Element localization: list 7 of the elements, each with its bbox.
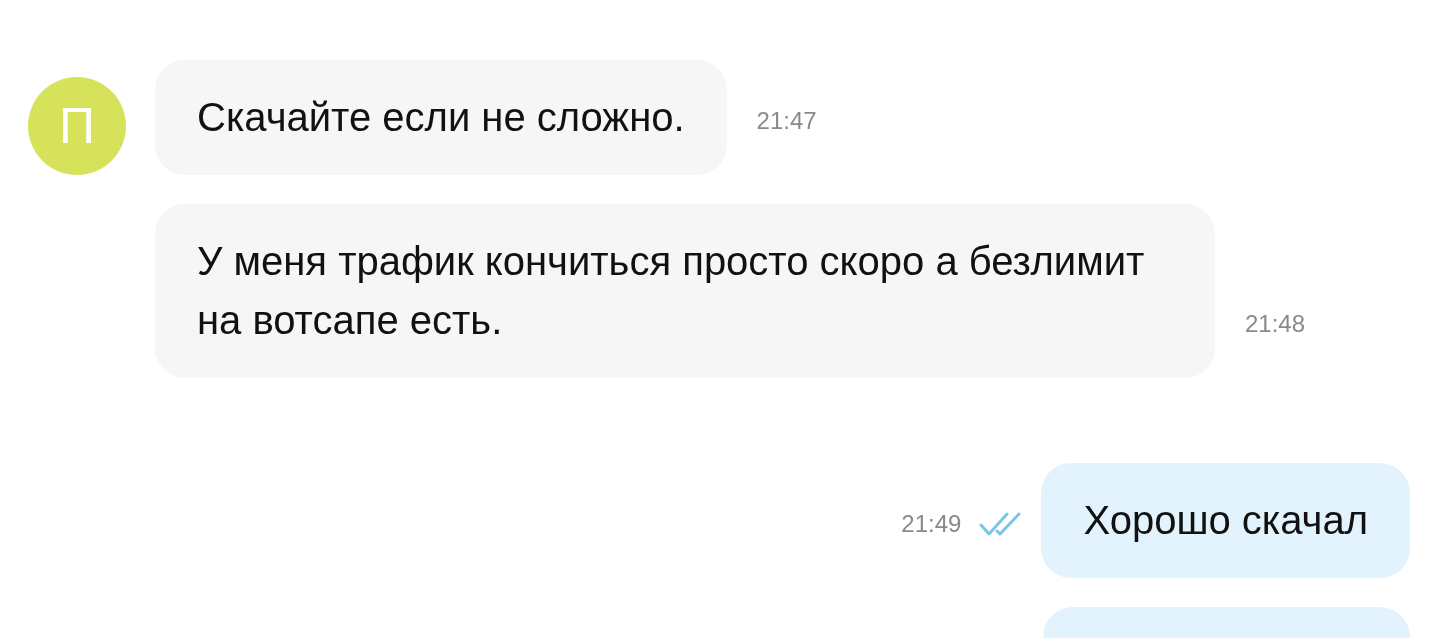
avatar: П bbox=[28, 77, 126, 175]
message-bubble: У меня трафик кончиться просто скоро а безлимит на вотсапе есть. bbox=[155, 204, 1215, 378]
message-time: 21:49 bbox=[901, 510, 962, 538]
message-time: 21:48 bbox=[1245, 310, 1306, 339]
message-bubble: Скачайте если не сложно. bbox=[155, 60, 727, 175]
message-bubble: Хорошо скачал bbox=[1041, 463, 1410, 578]
message-time: 21:47 bbox=[756, 107, 817, 136]
